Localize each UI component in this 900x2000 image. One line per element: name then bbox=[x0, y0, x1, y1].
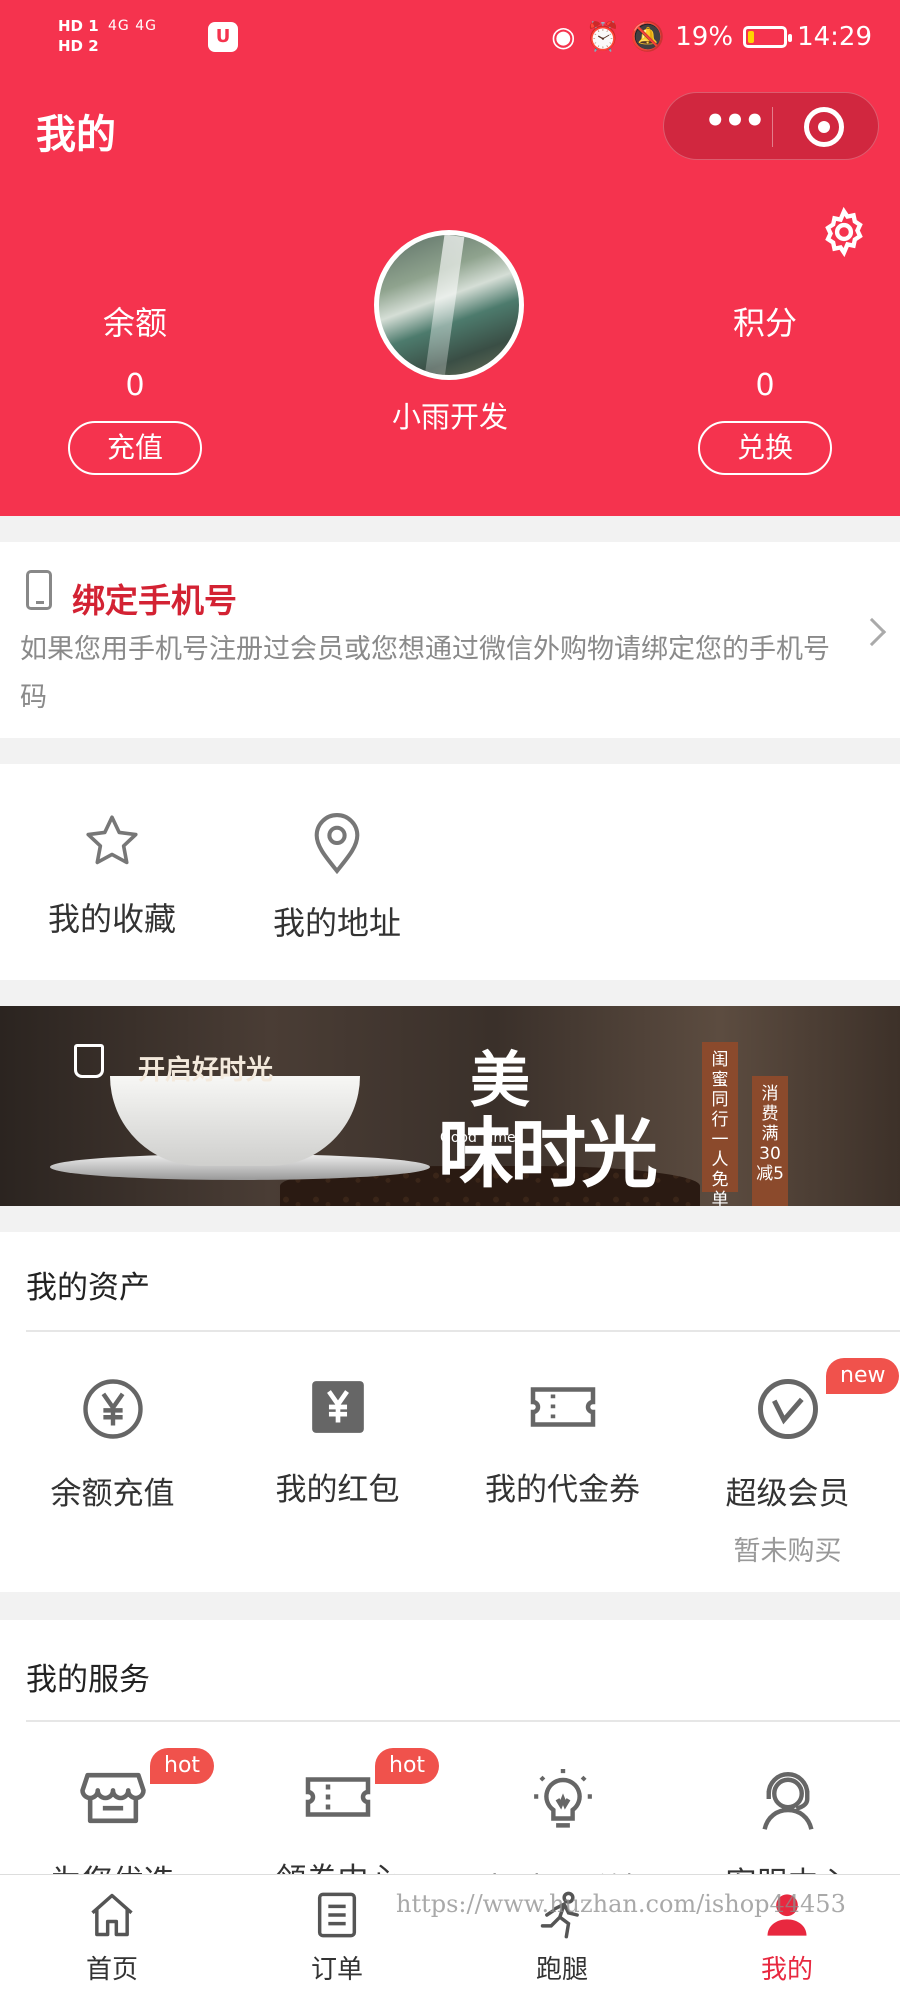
star-icon bbox=[86, 815, 138, 865]
super-vip-status: 暂未购买 bbox=[733, 1536, 842, 1567]
voucher-item[interactable]: 我的代金券 bbox=[450, 1376, 675, 1509]
balance-stat: 余额 0 充值 bbox=[55, 298, 215, 475]
balance-recharge-label: 余额充值 bbox=[50, 1476, 175, 1512]
battery-percent: 19% bbox=[675, 21, 734, 52]
favorites-label: 我的收藏 bbox=[47, 900, 176, 938]
capsule-divider bbox=[772, 107, 773, 147]
assets-divider bbox=[26, 1330, 900, 1332]
services-title: 我的服务 bbox=[26, 1662, 150, 1698]
mini-program-capsule: ••• bbox=[663, 92, 879, 160]
battery-icon bbox=[743, 25, 793, 48]
bind-phone-title: 绑定手机号 bbox=[72, 581, 237, 620]
signal-icon: 4G 4G bbox=[108, 18, 157, 34]
coffee-cup-image bbox=[110, 1076, 360, 1166]
lightbulb-icon bbox=[533, 1769, 592, 1828]
sim-indicator: HD 1 HD 2 bbox=[58, 17, 99, 55]
vpn-icon: U bbox=[208, 22, 238, 52]
address-label: 我的地址 bbox=[272, 904, 401, 942]
nickname: 小雨开发 bbox=[391, 400, 508, 434]
new-badge: new bbox=[826, 1358, 900, 1394]
services-divider bbox=[26, 1720, 900, 1722]
bind-phone-description: 如果您用手机号注册过会员或您想通过微信外购物请绑定您的手机号码 bbox=[20, 634, 830, 713]
order-list-icon bbox=[317, 1892, 357, 1938]
settings-gear-icon[interactable] bbox=[818, 206, 870, 258]
banner-english: Good Time bbox=[440, 1130, 516, 1146]
assets-title: 我的资产 bbox=[26, 1270, 150, 1306]
favorites-link[interactable]: 我的收藏 bbox=[12, 810, 212, 940]
page-title: 我的 bbox=[36, 112, 116, 158]
clock: 14:29 bbox=[797, 21, 872, 52]
red-packet-icon bbox=[311, 1381, 364, 1433]
ticket-icon bbox=[305, 1777, 370, 1817]
banner-tag-2: 消费满30减5 bbox=[752, 1076, 788, 1206]
watermark-url: https://www.huzhan.com/ishop44453 bbox=[396, 1890, 846, 1918]
hot-badge-1: hot bbox=[150, 1748, 215, 1784]
more-menu-button[interactable]: ••• bbox=[692, 104, 776, 147]
tab-mine-label: 我的 bbox=[760, 1955, 813, 1985]
tab-orders[interactable]: 订单 bbox=[257, 1889, 417, 1986]
tab-errand-label: 跑腿 bbox=[535, 1955, 588, 1985]
recharge-button[interactable]: 充值 bbox=[68, 421, 202, 475]
super-vip-label: 超级会员 bbox=[725, 1476, 850, 1512]
points-value: 0 bbox=[755, 368, 775, 403]
vip-icon bbox=[757, 1379, 818, 1439]
address-link[interactable]: 我的地址 bbox=[237, 810, 437, 944]
close-miniprogram-button[interactable] bbox=[804, 107, 844, 147]
home-icon bbox=[91, 1893, 133, 1937]
mute-bell-icon: 🔕 bbox=[630, 20, 666, 53]
voucher-label: 我的代金券 bbox=[485, 1472, 640, 1508]
avatar[interactable] bbox=[374, 230, 524, 380]
red-packet-label: 我的红包 bbox=[275, 1472, 400, 1508]
status-right: ◉ ⏰ 🔕 19% 14:29 bbox=[551, 20, 872, 53]
cup-logo-icon bbox=[74, 1044, 104, 1078]
banner-tag-1: 闺蜜同行 一人免单 bbox=[702, 1042, 738, 1206]
customer-service-icon bbox=[761, 1772, 814, 1830]
alarm-icon: ⏰ bbox=[585, 20, 621, 53]
tab-home-label: 首页 bbox=[85, 1955, 138, 1985]
promo-banner[interactable]: 开启好时光 美 味时光 Good Time 闺蜜同行 一人免单 消费满30减5 bbox=[0, 1006, 900, 1206]
points-stat: 积分 0 兑换 bbox=[685, 298, 845, 475]
balance-recharge-item[interactable]: 余额充值 bbox=[0, 1376, 225, 1513]
banner-slogan: 开启好时光 bbox=[138, 1055, 273, 1086]
mobile-phone-icon bbox=[26, 570, 52, 610]
red-packet-item[interactable]: 我的红包 bbox=[225, 1376, 450, 1509]
store-icon bbox=[79, 1772, 146, 1824]
redeem-button[interactable]: 兑换 bbox=[698, 421, 832, 475]
tab-home[interactable]: 首页 bbox=[32, 1889, 192, 1986]
profile-header: HD 1 HD 2 4G 4G U ◉ ⏰ 🔕 19% 14:29 我的 •••… bbox=[0, 0, 900, 516]
balance-label: 余额 bbox=[102, 304, 167, 342]
location-pin-icon bbox=[314, 813, 360, 875]
tab-orders-label: 订单 bbox=[310, 1955, 363, 1985]
balance-value: 0 bbox=[125, 368, 145, 403]
battery-fill bbox=[748, 30, 755, 43]
super-vip-item[interactable]: 超级会员 暂未购买 bbox=[675, 1376, 900, 1568]
hot-badge-2: hot bbox=[375, 1748, 440, 1784]
coupon-icon bbox=[530, 1387, 595, 1427]
yuan-circle-icon bbox=[82, 1379, 143, 1439]
eye-icon: ◉ bbox=[551, 20, 576, 53]
points-label: 积分 bbox=[732, 304, 797, 342]
banner-title-line2: 味时光 bbox=[438, 1109, 658, 1198]
status-bar: HD 1 HD 2 4G 4G U ◉ ⏰ 🔕 19% 14:29 bbox=[0, 0, 900, 80]
